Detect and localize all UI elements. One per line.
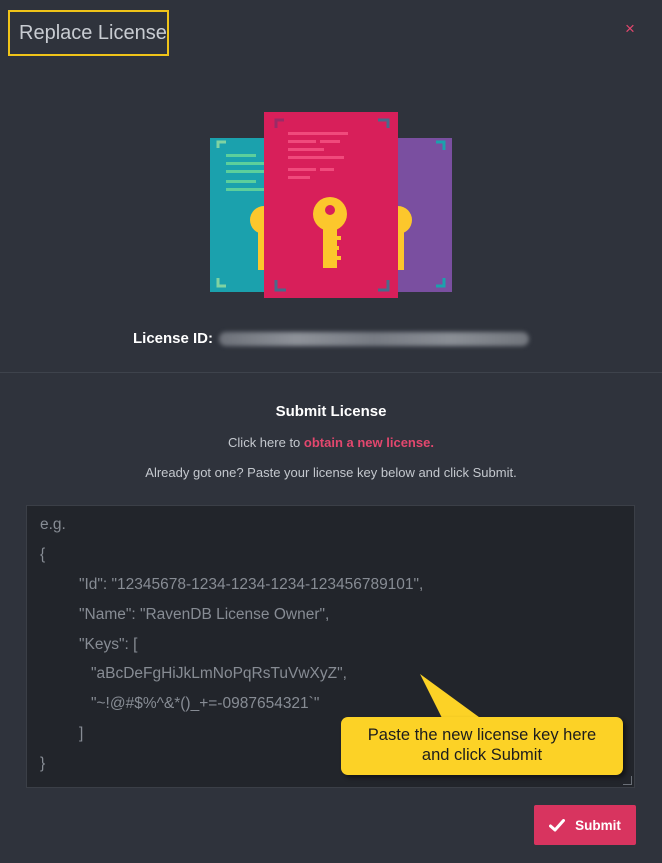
instruction-callout: Paste the new license key here and click…	[341, 717, 623, 775]
callout-line-1: Paste the new license key here	[367, 726, 597, 744]
callout-line-2: and click Submit	[421, 746, 543, 764]
close-icon[interactable]: ×	[622, 19, 638, 39]
placeholder-line: "~!@#$%^&*()_+=-0987654321`"	[91, 695, 320, 712]
placeholder-line: {	[40, 546, 46, 563]
license-illustration	[210, 112, 452, 298]
placeholder-line: e.g.	[40, 516, 66, 533]
obtain-license-text: Click here to obtain a new license.	[0, 435, 662, 450]
section-divider	[0, 372, 662, 373]
placeholder-line: "Keys": [	[79, 636, 138, 653]
submit-license-heading: Submit License	[275, 403, 387, 420]
license-document-pink-icon	[264, 112, 398, 298]
placeholder-line: "Name": "RavenDB License Owner",	[79, 606, 330, 623]
obtain-license-link[interactable]: obtain a new license.	[304, 435, 434, 450]
placeholder-line: "Id": "12345678-1234-1234-1234-123456789…	[79, 576, 424, 593]
license-id-label: License ID:	[132, 330, 214, 347]
placeholder-line: ]	[79, 725, 84, 742]
license-id-value-redacted	[219, 332, 530, 347]
instructions-text: Already got one? Paste your license key …	[145, 465, 517, 480]
click-here-prefix: Click here to	[228, 435, 304, 450]
resize-handle[interactable]	[623, 776, 632, 785]
license-id-row: License ID:	[0, 330, 662, 347]
submit-button-label: Submit	[575, 817, 621, 833]
dialog-title: Replace License	[8, 10, 169, 56]
placeholder-line: "aBcDeFgHiJkLmNoPqRsTuVwXyZ",	[91, 665, 347, 682]
submit-button[interactable]: Submit	[534, 805, 636, 845]
callout-pointer	[420, 674, 483, 720]
placeholder-line: }	[40, 755, 46, 772]
checkmark-icon	[549, 818, 566, 831]
